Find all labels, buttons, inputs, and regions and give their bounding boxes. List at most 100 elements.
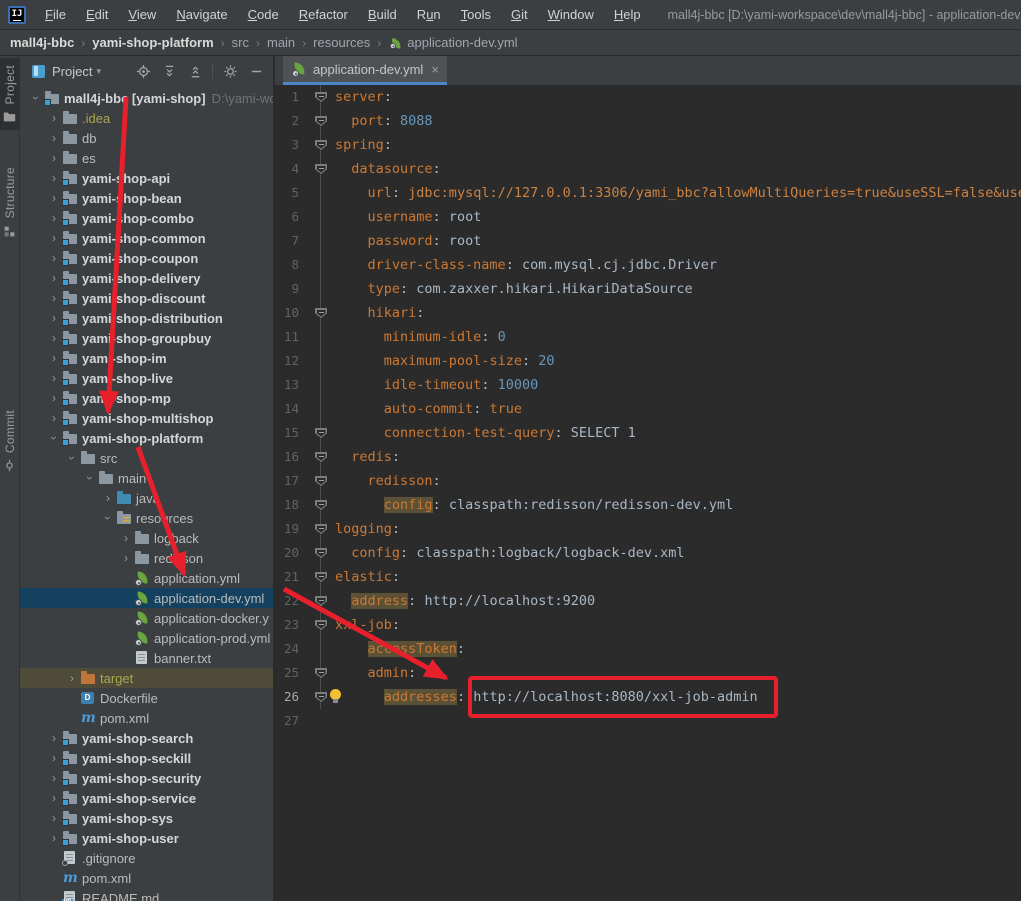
tree-item-yami-shop-multishop[interactable]: ›yami-shop-multishop — [20, 408, 273, 428]
menu-item-edit[interactable]: Edit — [77, 3, 117, 26]
fold-marker-icon[interactable] — [315, 92, 327, 102]
tool-window-button-structure[interactable]: Structure — [0, 160, 20, 244]
tree-item-target[interactable]: ›target — [20, 668, 273, 688]
tree-item-yami-shop-sys[interactable]: ›yami-shop-sys — [20, 808, 273, 828]
chevron-collapsed-icon[interactable]: › — [46, 288, 62, 308]
tree-item-application.yml[interactable]: application.yml — [20, 568, 273, 588]
tree-item-yami-shop-discount[interactable]: ›yami-shop-discount — [20, 288, 273, 308]
chevron-collapsed-icon[interactable]: › — [46, 108, 62, 128]
chevron-collapsed-icon[interactable]: › — [46, 148, 62, 168]
chevron-collapsed-icon[interactable]: › — [46, 308, 62, 328]
tree-item-yami-shop-groupbuy[interactable]: ›yami-shop-groupbuy — [20, 328, 273, 348]
chevron-collapsed-icon[interactable]: › — [46, 828, 62, 848]
menu-item-navigate[interactable]: Navigate — [167, 3, 236, 26]
menu-item-run[interactable]: Run — [408, 3, 450, 26]
tree-item-application-dev.yml[interactable]: application-dev.yml — [20, 588, 273, 608]
breadcrumb-item-mall4j-bbc[interactable]: mall4j-bbc — [10, 35, 74, 50]
tree-item-yami-shop-bean[interactable]: ›yami-shop-bean — [20, 188, 273, 208]
menu-item-file[interactable]: File — [36, 3, 75, 26]
tree-item-yami-shop-distribution[interactable]: ›yami-shop-distribution — [20, 308, 273, 328]
menu-item-git[interactable]: Git — [502, 3, 537, 26]
tree-item-yami-shop-live[interactable]: ›yami-shop-live — [20, 368, 273, 388]
tree-item-java[interactable]: ›java — [20, 488, 273, 508]
tree-item-yami-shop-im[interactable]: ›yami-shop-im — [20, 348, 273, 368]
chevron-expanded-icon[interactable]: › — [26, 90, 46, 106]
close-icon[interactable]: × — [431, 62, 439, 77]
menu-item-code[interactable]: Code — [239, 3, 288, 26]
tree-item-logback[interactable]: ›logback — [20, 528, 273, 548]
fold-marker-icon[interactable] — [315, 140, 327, 150]
chevron-expanded-icon[interactable]: › — [62, 450, 82, 466]
chevron-collapsed-icon[interactable]: › — [46, 168, 62, 188]
menu-item-tools[interactable]: Tools — [452, 3, 500, 26]
fold-marker-icon[interactable] — [315, 596, 327, 606]
chevron-down-icon[interactable]: ▾ — [96, 66, 101, 77]
tree-item-mall4j-bbc-yami-shop-[interactable]: ›mall4j-bbc [yami-shop]D:\yami-wo — [20, 88, 273, 108]
fold-marker-icon[interactable] — [315, 572, 327, 582]
hide-panel-icon[interactable] — [245, 60, 267, 82]
tree-item-pom.xml[interactable]: mpom.xml — [20, 708, 273, 728]
tree-item-yami-shop-search[interactable]: ›yami-shop-search — [20, 728, 273, 748]
fold-marker-icon[interactable] — [315, 452, 327, 462]
fold-marker-icon[interactable] — [315, 524, 327, 534]
tree-item-yami-shop-api[interactable]: ›yami-shop-api — [20, 168, 273, 188]
chevron-collapsed-icon[interactable]: › — [46, 328, 62, 348]
fold-marker-icon[interactable] — [315, 668, 327, 678]
chevron-collapsed-icon[interactable]: › — [46, 128, 62, 148]
tool-window-button-project[interactable]: Project — [0, 58, 20, 130]
chevron-collapsed-icon[interactable]: › — [64, 668, 80, 688]
tree-item-yami-shop-common[interactable]: ›yami-shop-common — [20, 228, 273, 248]
tree-item-resources[interactable]: ›resources — [20, 508, 273, 528]
project-panel-title[interactable]: Project — [52, 64, 92, 79]
tree-item-yami-shop-seckill[interactable]: ›yami-shop-seckill — [20, 748, 273, 768]
tab-application-dev-yml[interactable]: application-dev.yml × — [283, 56, 447, 85]
tree-item-application-docker.y[interactable]: application-docker.y — [20, 608, 273, 628]
tree-item-yami-shop-delivery[interactable]: ›yami-shop-delivery — [20, 268, 273, 288]
tree-item-src[interactable]: ›src — [20, 448, 273, 468]
chevron-expanded-icon[interactable]: › — [80, 470, 100, 486]
tree-item-yami-shop-coupon[interactable]: ›yami-shop-coupon — [20, 248, 273, 268]
tree-item-.idea[interactable]: ›.idea — [20, 108, 273, 128]
breadcrumb-item-src[interactable]: src — [232, 35, 249, 50]
chevron-collapsed-icon[interactable]: › — [46, 208, 62, 228]
chevron-collapsed-icon[interactable]: › — [46, 728, 62, 748]
collapse-all-icon[interactable] — [184, 60, 206, 82]
tree-item-main[interactable]: ›main — [20, 468, 273, 488]
fold-marker-icon[interactable] — [315, 620, 327, 630]
fold-marker-icon[interactable] — [315, 476, 327, 486]
tool-window-button-commit[interactable]: Commit — [0, 403, 20, 479]
settings-icon[interactable] — [219, 60, 241, 82]
chevron-collapsed-icon[interactable]: › — [46, 188, 62, 208]
breadcrumb-item-main[interactable]: main — [267, 35, 295, 50]
tree-item-es[interactable]: ›es — [20, 148, 273, 168]
code-area[interactable]: 1server:2 port: 80883spring:4 datasource… — [275, 85, 1021, 901]
chevron-collapsed-icon[interactable]: › — [46, 228, 62, 248]
chevron-collapsed-icon[interactable]: › — [46, 248, 62, 268]
tree-item-Dockerfile[interactable]: DDockerfile — [20, 688, 273, 708]
breadcrumb-item-application-dev.yml[interactable]: application-dev.yml — [388, 35, 517, 50]
fold-marker-icon[interactable] — [315, 116, 327, 126]
tree-item-yami-shop-combo[interactable]: ›yami-shop-combo — [20, 208, 273, 228]
menu-item-refactor[interactable]: Refactor — [290, 3, 357, 26]
tree-item-README.md[interactable]: MDREADME.md — [20, 888, 273, 901]
chevron-collapsed-icon[interactable]: › — [46, 748, 62, 768]
breadcrumb-item-resources[interactable]: resources — [313, 35, 370, 50]
chevron-collapsed-icon[interactable]: › — [46, 368, 62, 388]
chevron-expanded-icon[interactable]: › — [44, 430, 64, 446]
chevron-collapsed-icon[interactable]: › — [46, 348, 62, 368]
menu-item-help[interactable]: Help — [605, 3, 650, 26]
tree-item-yami-shop-mp[interactable]: ›yami-shop-mp — [20, 388, 273, 408]
chevron-collapsed-icon[interactable]: › — [118, 548, 134, 568]
menu-item-window[interactable]: Window — [539, 3, 603, 26]
tree-item-yami-shop-platform[interactable]: ›yami-shop-platform — [20, 428, 273, 448]
fold-marker-icon[interactable] — [315, 308, 327, 318]
fold-marker-icon[interactable] — [315, 548, 327, 558]
tree-item-banner.txt[interactable]: banner.txt — [20, 648, 273, 668]
fold-marker-icon[interactable] — [315, 692, 327, 702]
menu-item-build[interactable]: Build — [359, 3, 406, 26]
chevron-collapsed-icon[interactable]: › — [46, 388, 62, 408]
breadcrumb-item-yami-shop-platform[interactable]: yami-shop-platform — [92, 35, 213, 50]
chevron-collapsed-icon[interactable]: › — [118, 528, 134, 548]
locate-icon[interactable] — [132, 60, 154, 82]
chevron-collapsed-icon[interactable]: › — [100, 488, 116, 508]
